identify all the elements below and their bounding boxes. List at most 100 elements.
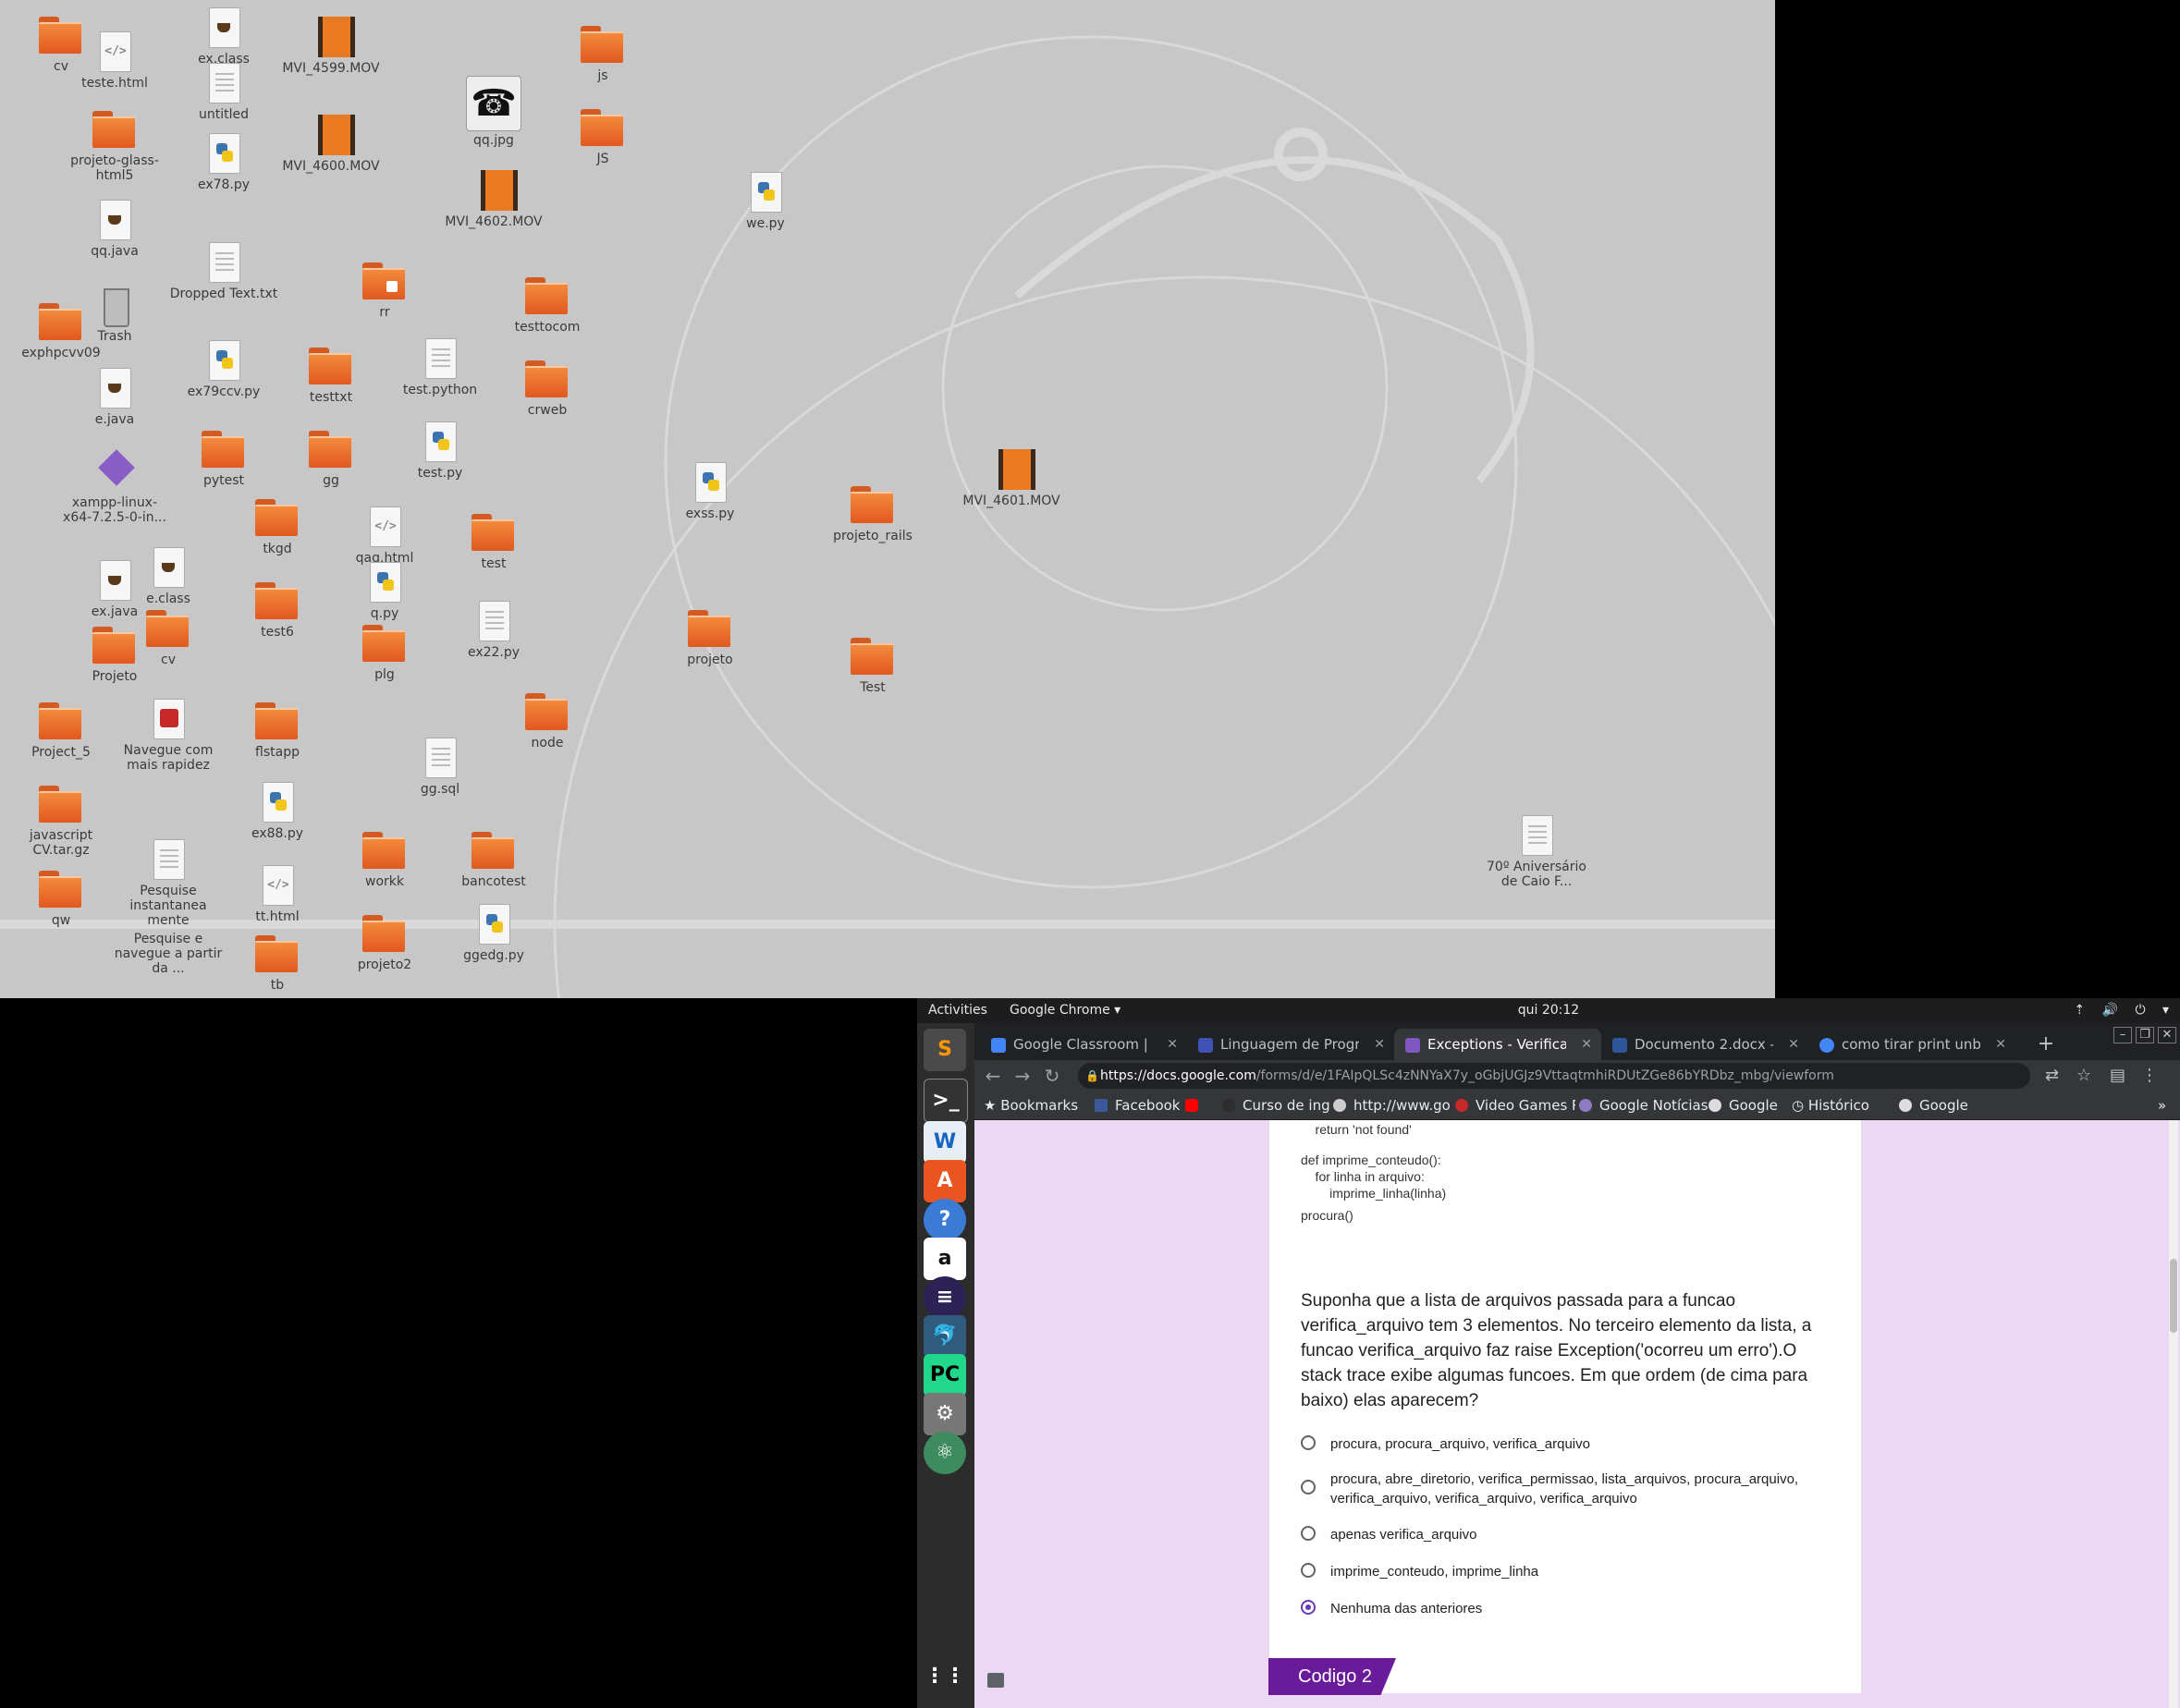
minimize-icon[interactable]: – [2113,1027,2132,1043]
amazon-icon[interactable]: a [924,1238,966,1280]
bookmark-item[interactable] [1185,1092,1206,1119]
writer-icon[interactable]: W [924,1121,966,1164]
desktop-icon-file[interactable]: exss.py [655,462,765,521]
bookmark-item[interactable]: Curso de inglês c [1222,1092,1329,1119]
desktop-icon-file[interactable]: javascript CV.tar.gz [6,784,116,858]
desktop-icon-folder[interactable]: test6 [222,580,333,640]
desktop-icon-folder[interactable]: projeto-glass-html5 [59,109,170,183]
desktop-icon-file[interactable]: ggedg.py [438,904,549,963]
desktop-icon-file[interactable]: ex.class [168,7,279,67]
desktop-icon-folder[interactable]: bancotest [438,830,549,889]
eclipse-icon[interactable]: ≡ [924,1276,966,1319]
bookmark-item[interactable]: ★ Bookmarks [984,1092,1078,1119]
desktop-icon-folder[interactable]: exphpcvv09 [6,301,116,360]
desktop-icon-file[interactable]: xampp-linux-x64-7.2.5-0-in... [59,449,170,525]
desktop-icon-file[interactable]: MVI_4601.MOV [956,449,1067,508]
show-apps-icon[interactable]: ⋮⋮ [924,1655,966,1698]
option-radio-selected[interactable]: Nenhuma das anteriores [1301,1599,1837,1618]
option-radio[interactable]: procura, procura_arquivo, verifica_arqui… [1301,1434,1837,1454]
desktop-icon-file[interactable]: test.py [385,421,496,481]
bookmarks-overflow-icon[interactable]: » [2158,1092,2166,1119]
terminal-icon[interactable]: >_ [924,1079,968,1123]
bookmark-item[interactable]: Video Games Re [1455,1092,1575,1119]
atom-icon[interactable]: ⚛ [924,1432,966,1474]
help-icon[interactable]: ? [924,1199,966,1241]
mysql-workbench-icon[interactable]: 🐬 [924,1315,966,1358]
desktop-icon-folder[interactable]: node [492,691,603,750]
browser-tab[interactable]: como tirar print unbun ✕ [1808,1029,2015,1060]
bookmark-item[interactable]: http://www.goo [1333,1092,1450,1119]
desktop-icon-file[interactable]: gg.sql [385,738,496,797]
close-tab-icon[interactable]: ✕ [1374,1029,1385,1060]
bookmark-item[interactable]: ◷ Histórico [1792,1092,1869,1119]
desktop-icon-file[interactable]: MVI_4599.MOV [276,17,386,76]
menu-icon[interactable]: ⋮ [2141,1060,2158,1092]
browser-tab[interactable]: Linguagem de Programa ✕ [1187,1029,1394,1060]
desktop-icon-file[interactable]: Dropped Text.txt [168,242,279,301]
desktop-icon-file[interactable]: untitled [168,63,279,122]
desktop-icon-file[interactable]: ex22.py [438,601,549,660]
radio-button[interactable] [1301,1526,1316,1541]
feedback-icon[interactable] [987,1673,1004,1688]
desktop-icon-file[interactable]: MVI_4600.MOV [276,115,386,174]
desktop-icon-folder[interactable]: cv [113,608,224,667]
desktop-icon-folder[interactable]: test [438,512,549,571]
option-radio[interactable]: apenas verifica_arquivo [1301,1525,1837,1544]
desktop-icon-file[interactable]: MVI_4602.MOV [438,170,549,229]
desktop-icon-folder[interactable]: Project_5 [6,701,116,760]
desktop-icon-folder[interactable]: flstapp [222,701,333,760]
desktop-icon-folder[interactable]: projeto [655,608,765,667]
browser-tab[interactable]: Documento 2.docx - Mic ✕ [1601,1029,1808,1060]
desktop-icon-file[interactable]: ex79ccv.py [168,340,279,399]
maximize-icon[interactable]: ❐ [2136,1027,2154,1043]
browser-tab[interactable]: Google Classroom | Goo ✕ [980,1029,1187,1060]
settings-icon[interactable]: ⚙ [924,1393,966,1435]
desktop-icon-file[interactable]: we.py [710,172,821,231]
desktop-icon-folder[interactable]: crweb [492,359,603,418]
bookmark-item[interactable]: Google [1899,1092,1968,1119]
desktop-icon-folder[interactable]: JS [547,107,658,166]
radio-button[interactable] [1301,1563,1316,1578]
bookmark-star-icon[interactable]: ☆ [2076,1060,2091,1092]
radio-button[interactable] [1301,1600,1316,1615]
bookmark-item[interactable]: Google [1708,1092,1778,1119]
address-bar[interactable]: 🔒 https://docs.google.com/forms/d/e/1FAI… [1078,1063,2030,1089]
desktop-icon-folder[interactable]: tkgd [222,497,333,556]
desktop-icon-folder[interactable]: gg [276,429,386,488]
pycharm-icon[interactable]: PC [924,1354,966,1397]
radio-button[interactable] [1301,1435,1316,1450]
desktop-icon-file[interactable]: q.py [329,562,440,621]
desktop-icon-file[interactable]: ex88.py [222,782,333,841]
radio-button[interactable] [1301,1480,1316,1494]
option-radio[interactable]: imprime_conteudo, imprime_linha [1301,1562,1837,1581]
desktop-icon-folder[interactable]: workk [329,830,440,889]
desktop-icon-file[interactable]: </> tt.html [222,865,333,924]
desktop-icon-file[interactable]: ☎ qq.jpg [438,76,549,148]
bookmark-item[interactable]: Google Notícias [1579,1092,1708,1119]
system-tray[interactable]: ⇡ 🔊 ⏻ ▾ [2061,998,2169,1023]
extension-icon[interactable]: ▤ [2110,1060,2125,1092]
sublime-text-icon[interactable]: S [924,1029,966,1071]
forward-icon[interactable]: → [1010,1060,1035,1092]
desktop-icon-folder[interactable]: testtxt [276,346,386,405]
desktop-icon-folder[interactable]: js [547,24,658,83]
desktop-icon-folder[interactable]: tb [222,933,333,993]
desktop-icon-file[interactable]: ex78.py [168,133,279,192]
desktop-icon-folder[interactable]: qw [6,869,116,928]
desktop-icon-file[interactable]: </> qaq.html [329,506,440,566]
clock[interactable]: qui 20:12 [917,998,2180,1023]
desktop-icon-file[interactable]: e.java [59,368,170,427]
desktop-icon-folder[interactable]: Test [817,636,928,695]
desktop-icon-folder[interactable]: projeto_rails [817,484,928,543]
bookmark-item[interactable]: Facebook [1095,1092,1180,1119]
close-tab-icon[interactable]: ✕ [1788,1029,1799,1060]
translate-icon[interactable]: ⇄ [2045,1060,2059,1092]
scrollbar-thumb[interactable] [2170,1259,2177,1333]
desktop-icon-file[interactable]: qq.java [59,200,170,259]
software-center-icon[interactable]: A [924,1160,966,1202]
desktop-icon-folder[interactable]: rr [329,261,440,320]
desktop-icon-folder[interactable]: projeto2 [329,913,440,972]
desktop-icon-file[interactable]: Pesquise e navegue a partir da ... [113,887,224,976]
close-tab-icon[interactable]: ✕ [1167,1029,1178,1060]
desktop-icon-file[interactable]: 70º Aniversário de Caio F... [1481,815,1592,889]
